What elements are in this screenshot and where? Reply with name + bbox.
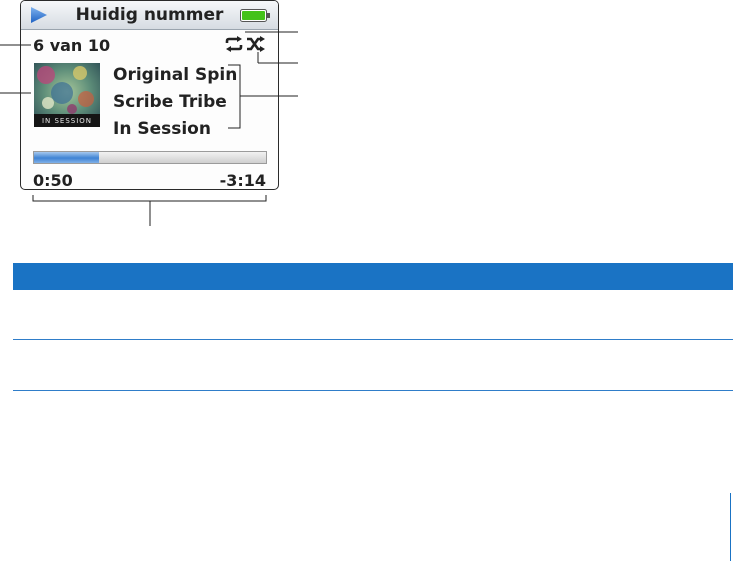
track-position: 6 van 10 [33, 36, 111, 55]
time-bracket [32, 195, 267, 202]
song-title: Original Spin [113, 65, 238, 85]
album-name: In Session [113, 119, 211, 139]
track-info: Original Spin Scribe Tribe In Session [113, 62, 237, 143]
progress-fill [34, 152, 99, 163]
time-remaining: -3:14 [219, 171, 266, 190]
table-header [13, 263, 733, 290]
shuffle-icon [247, 36, 265, 52]
table-row [13, 341, 733, 391]
album-art-text: IN SESSION [42, 117, 92, 125]
repeat-icon [225, 36, 243, 52]
time-elapsed: 0:50 [33, 171, 73, 190]
page-edge-line [730, 493, 731, 561]
title-bar: Huidig nummer [21, 1, 278, 30]
battery-icon [240, 9, 270, 22]
album-art: IN SESSION [34, 63, 100, 127]
artist-name: Scribe Tribe [113, 92, 227, 112]
progress-bar [33, 151, 267, 164]
table-row [13, 290, 733, 340]
now-playing-screen: Huidig nummer 6 van 10 IN SESSION Origin… [20, 0, 279, 190]
